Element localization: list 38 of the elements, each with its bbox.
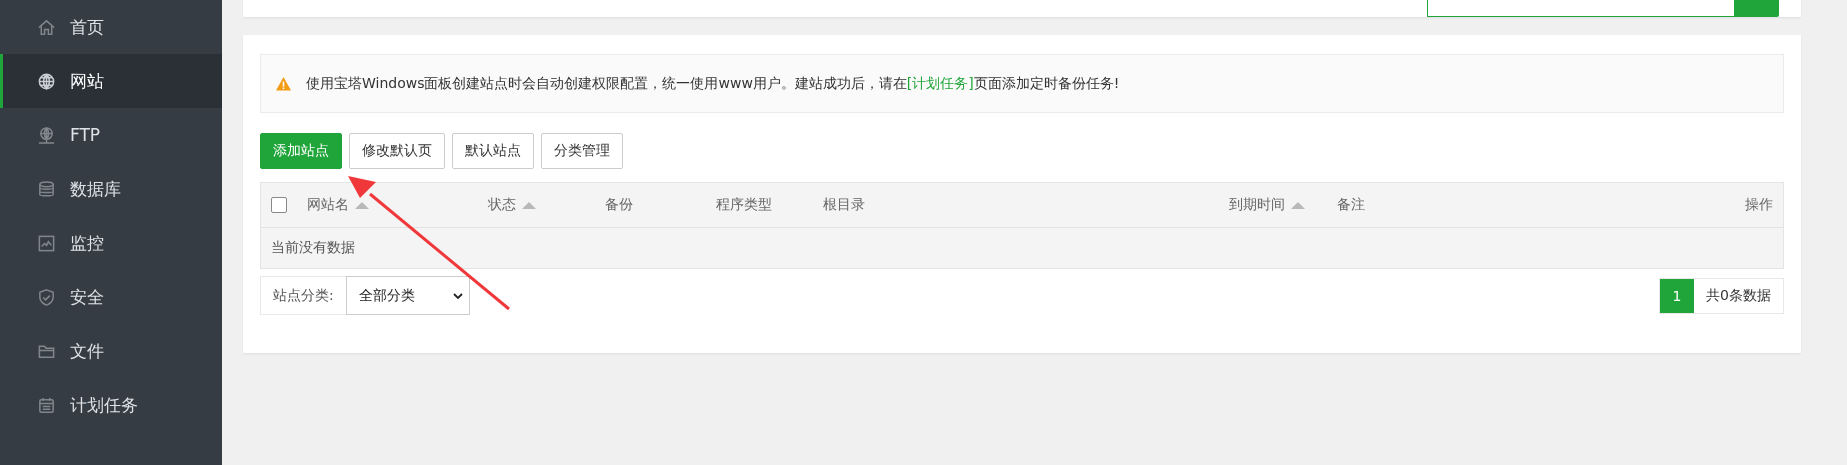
- filter-label: 站点分类:: [272, 285, 335, 305]
- record-count: 共0条数据: [1705, 285, 1772, 305]
- sort-icon[interactable]: [1291, 201, 1305, 209]
- sidebar-item[interactable]: 监控: [0, 216, 222, 270]
- empty-message: 当前没有数据: [271, 239, 355, 257]
- sidebar-item[interactable]: 数据库: [0, 162, 222, 216]
- sidebar-item[interactable]: 计划任务: [0, 378, 222, 432]
- search-field[interactable]: [1427, 0, 1735, 17]
- globe-icon: [37, 71, 56, 91]
- sidebar-item[interactable]: 首页: [0, 0, 222, 54]
- column-header[interactable]: 网站名: [307, 196, 349, 214]
- column-header[interactable]: 备份: [605, 196, 633, 214]
- action-button[interactable]: 修改默认页: [349, 133, 445, 169]
- sidebar-item[interactable]: 文件: [0, 324, 222, 378]
- search-button[interactable]: [1735, 0, 1779, 17]
- action-button[interactable]: 默认站点: [452, 133, 534, 169]
- column-header[interactable]: 根目录: [823, 196, 865, 214]
- notice-text: 使用宝塔Windows面板创建站点时会自动创建权限配置，统一使用www用户。建站成功后，请在[计划任务]页面添加定时备份任务!: [306, 74, 1120, 93]
- database-icon: [37, 179, 56, 199]
- action-button[interactable]: 分类管理: [541, 133, 623, 169]
- house-icon: [37, 17, 56, 37]
- sort-icon[interactable]: [522, 201, 536, 209]
- shield-icon: [37, 287, 56, 307]
- column-header[interactable]: 状态: [488, 196, 516, 214]
- warning-icon: [275, 75, 292, 92]
- sidebar-item[interactable]: 安全: [0, 270, 222, 324]
- category-select[interactable]: 全部分类: [345, 276, 470, 315]
- column-header[interactable]: 备注: [1337, 196, 1365, 214]
- column-header[interactable]: 操作: [1745, 196, 1773, 214]
- column-header[interactable]: 程序类型: [716, 196, 772, 214]
- sidebar-item[interactable]: FTP: [0, 108, 222, 162]
- column-header[interactable]: 到期时间: [1229, 196, 1285, 214]
- select-all-checkbox[interactable]: [271, 197, 287, 213]
- sidebar-item[interactable]: 网站: [0, 54, 222, 108]
- chart-icon: [37, 233, 56, 253]
- globe-icon: [37, 125, 56, 145]
- chevron-down-icon: [452, 292, 463, 299]
- calendar-icon: [37, 395, 56, 415]
